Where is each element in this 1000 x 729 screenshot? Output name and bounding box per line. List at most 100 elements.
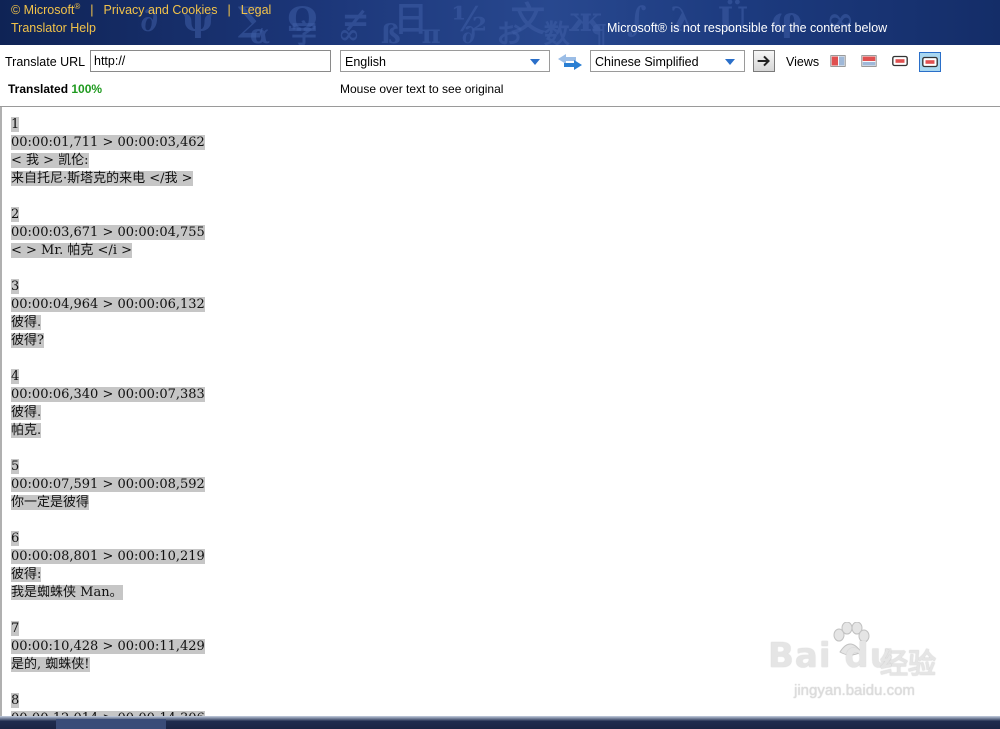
header-banner: ∂ ψ ∑ Ω ≠ 日 ½ 文 ж ∫ λ Ü φ ∞ α 字 ∞ ß π ∂ … bbox=[0, 0, 1000, 45]
subtitle-timing-text[interactable]: 00:00:07,591 > 00:00:08,592 bbox=[11, 477, 205, 492]
banner-decoration: α 字 ∞ ß π ∂ お 数 ¶ bbox=[250, 20, 614, 45]
hover-original-icon bbox=[892, 55, 908, 67]
disclaimer-text: Microsoft® is not responsible for the co… bbox=[607, 21, 888, 35]
subtitle-line-text[interactable]: 彼得. bbox=[11, 405, 42, 420]
translation-status: Translated 100% bbox=[8, 82, 102, 96]
subtitle-index: 5 bbox=[11, 458, 205, 476]
dropdown-arrow-icon bbox=[530, 59, 540, 65]
side-by-side-view-button[interactable] bbox=[828, 52, 850, 72]
subtitle-line-text[interactable]: 我是蜘蛛侠 Man。 bbox=[11, 585, 123, 600]
translate-url-label: Translate URL bbox=[5, 55, 86, 69]
dropdown-arrow-icon bbox=[725, 59, 735, 65]
subtitle-cue: 6 00:00:08,801 > 00:00:10,219 彼得: 我是蜘蛛侠 Man… bbox=[11, 530, 205, 602]
banner-links: © Microsoft® | Privacy and Cookies | Legal bbox=[11, 2, 271, 17]
from-language-value: English bbox=[345, 55, 386, 69]
subtitle-line: < > Mr. 帕克 </i > bbox=[11, 242, 205, 260]
subtitle-line: 来自托尼·斯塔克的来电 </我 > bbox=[11, 170, 205, 188]
subtitle-index: 8 bbox=[11, 692, 205, 710]
subtitle-line: 彼得: bbox=[11, 566, 205, 584]
subtitle-cue: 2 00:00:03,671 > 00:00:04,755 < > Mr. 帕克 <… bbox=[11, 206, 205, 260]
subtitle-line: 彼得? bbox=[11, 332, 205, 350]
subtitle-line: 你一定是彼得 bbox=[11, 494, 205, 512]
subtitle-line-text[interactable]: 是的, 蜘蛛侠! bbox=[11, 657, 90, 672]
to-language-select[interactable]: Chinese Simplified bbox=[590, 50, 745, 72]
subtitle-cue: 4 00:00:06,340 > 00:00:07,383 彼得. 帕克. bbox=[11, 368, 205, 440]
from-language-select[interactable]: English bbox=[340, 50, 550, 72]
subtitle-index: 4 bbox=[11, 368, 205, 386]
subtitle-index-text[interactable]: 4 bbox=[11, 369, 20, 384]
frame-border bbox=[0, 107, 2, 716]
subtitle-index-text[interactable]: 7 bbox=[11, 621, 20, 636]
subtitle-line-text[interactable]: 你一定是彼得 bbox=[11, 495, 90, 510]
subtitle-line: 是的, 蜘蛛侠! bbox=[11, 656, 205, 674]
side-by-side-icon bbox=[830, 55, 846, 67]
arrow-right-icon bbox=[757, 55, 770, 67]
subtitle-line: 彼得. bbox=[11, 314, 205, 332]
subtitle-timing-text[interactable]: 00:00:01,711 > 00:00:03,462 bbox=[11, 135, 205, 150]
subtitle-line: 帕克. bbox=[11, 422, 205, 440]
subtitle-timing: 00:00:06,340 > 00:00:07,383 bbox=[11, 386, 205, 404]
translator-toolbar: Translate URL English Chinese Simplified… bbox=[0, 45, 1000, 107]
subtitle-timing: 00:00:04,964 > 00:00:06,132 bbox=[11, 296, 205, 314]
hover-hint: Mouse over text to see original bbox=[340, 82, 504, 96]
privacy-link[interactable]: Privacy and Cookies bbox=[104, 3, 218, 17]
subtitle-index-text[interactable]: 8 bbox=[11, 693, 20, 708]
subtitle-timing: 00:00:07,591 > 00:00:08,592 bbox=[11, 476, 205, 494]
subtitle-timing-text[interactable]: 00:00:03,671 > 00:00:04,755 bbox=[11, 225, 205, 240]
translation-hover-view-button[interactable] bbox=[919, 52, 941, 72]
subtitle-index-text[interactable]: 1 bbox=[11, 117, 20, 132]
subtitle-timing: 00:00:10,428 > 00:00:11,429 bbox=[11, 638, 205, 656]
subtitle-timing: 00:00:01,711 > 00:00:03,462 bbox=[11, 134, 205, 152]
taskbar bbox=[0, 716, 1000, 729]
translator-help-link[interactable]: Translator Help bbox=[11, 21, 96, 35]
legal-link[interactable]: Legal bbox=[241, 3, 272, 17]
original-hover-view-button[interactable] bbox=[890, 52, 912, 72]
subtitle-timing: 00:00:03,671 > 00:00:04,755 bbox=[11, 224, 205, 242]
subtitle-line-text[interactable]: < > Mr. 帕克 </i > bbox=[11, 243, 132, 258]
subtitle-timing-text[interactable]: 00:00:10,428 > 00:00:11,429 bbox=[11, 639, 205, 654]
to-language-value: Chinese Simplified bbox=[595, 55, 699, 69]
subtitle-index-text[interactable]: 3 bbox=[11, 279, 20, 294]
subtitle-timing: 00:00:08,801 > 00:00:10,219 bbox=[11, 548, 205, 566]
subtitle-index-text[interactable]: 2 bbox=[11, 207, 20, 222]
translate-go-button[interactable] bbox=[753, 50, 775, 72]
translated-percent: 100% bbox=[71, 82, 103, 96]
subtitle-line-text[interactable]: 彼得. bbox=[11, 315, 42, 330]
url-input[interactable] bbox=[90, 50, 331, 72]
subtitle-index-text[interactable]: 5 bbox=[11, 459, 20, 474]
hover-translation-icon bbox=[922, 56, 938, 68]
subtitle-cue: 3 00:00:04,964 > 00:00:06,132 彼得. 彼得? bbox=[11, 278, 205, 350]
subtitle-index: 2 bbox=[11, 206, 205, 224]
top-bottom-view-button[interactable] bbox=[859, 52, 881, 72]
subtitle-list: 1 00:00:01,711 > 00:00:03,462 < 我 > 凯伦: 来自托… bbox=[11, 116, 205, 716]
subtitle-timing-text[interactable]: 00:00:08,801 > 00:00:10,219 bbox=[11, 549, 205, 564]
subtitle-index-text[interactable]: 6 bbox=[11, 531, 20, 546]
subtitle-line-text[interactable]: 帕克. bbox=[11, 423, 42, 438]
subtitle-index: 6 bbox=[11, 530, 205, 548]
microsoft-copyright[interactable]: © Microsoft® bbox=[11, 2, 80, 17]
subtitle-line-text[interactable]: < 我 > 凯伦: bbox=[11, 153, 89, 168]
subtitle-line-text[interactable]: 彼得: bbox=[11, 567, 42, 582]
subtitle-index: 1 bbox=[11, 116, 205, 134]
subtitle-line: 彼得. bbox=[11, 404, 205, 422]
views-label: Views bbox=[786, 55, 820, 69]
subtitle-line-text[interactable]: 彼得? bbox=[11, 333, 44, 348]
separator: | bbox=[227, 3, 231, 18]
subtitle-cue: 7 00:00:10,428 > 00:00:11,429 是的, 蜘蛛侠! bbox=[11, 620, 205, 674]
subtitle-line: < 我 > 凯伦: bbox=[11, 152, 205, 170]
translated-label: Translated bbox=[8, 82, 69, 96]
subtitle-cue: 5 00:00:07,591 > 00:00:08,592 你一定是彼得 bbox=[11, 458, 205, 512]
subtitle-cue: 1 00:00:01,711 > 00:00:03,462 < 我 > 凯伦: 来自托… bbox=[11, 116, 205, 188]
subtitle-cue: 800:00:12,014 > 00:00:14,306 bbox=[11, 692, 205, 716]
subtitle-timing-text[interactable]: 00:00:06,340 > 00:00:07,383 bbox=[11, 387, 205, 402]
swap-languages-icon[interactable] bbox=[556, 52, 584, 72]
subtitle-line: 我是蜘蛛侠 Man。 bbox=[11, 584, 205, 602]
separator: | bbox=[90, 3, 94, 18]
subtitle-timing-text[interactable]: 00:00:04,964 > 00:00:06,132 bbox=[11, 297, 205, 312]
taskbar-button[interactable] bbox=[56, 719, 166, 729]
top-bottom-icon bbox=[861, 55, 877, 67]
subtitle-index: 3 bbox=[11, 278, 205, 296]
translated-content-frame[interactable]: 1 00:00:01,711 > 00:00:03,462 < 我 > 凯伦: 来自托… bbox=[0, 107, 1000, 716]
subtitle-index: 7 bbox=[11, 620, 205, 638]
subtitle-line-text[interactable]: 来自托尼·斯塔克的来电 </我 > bbox=[11, 171, 193, 186]
